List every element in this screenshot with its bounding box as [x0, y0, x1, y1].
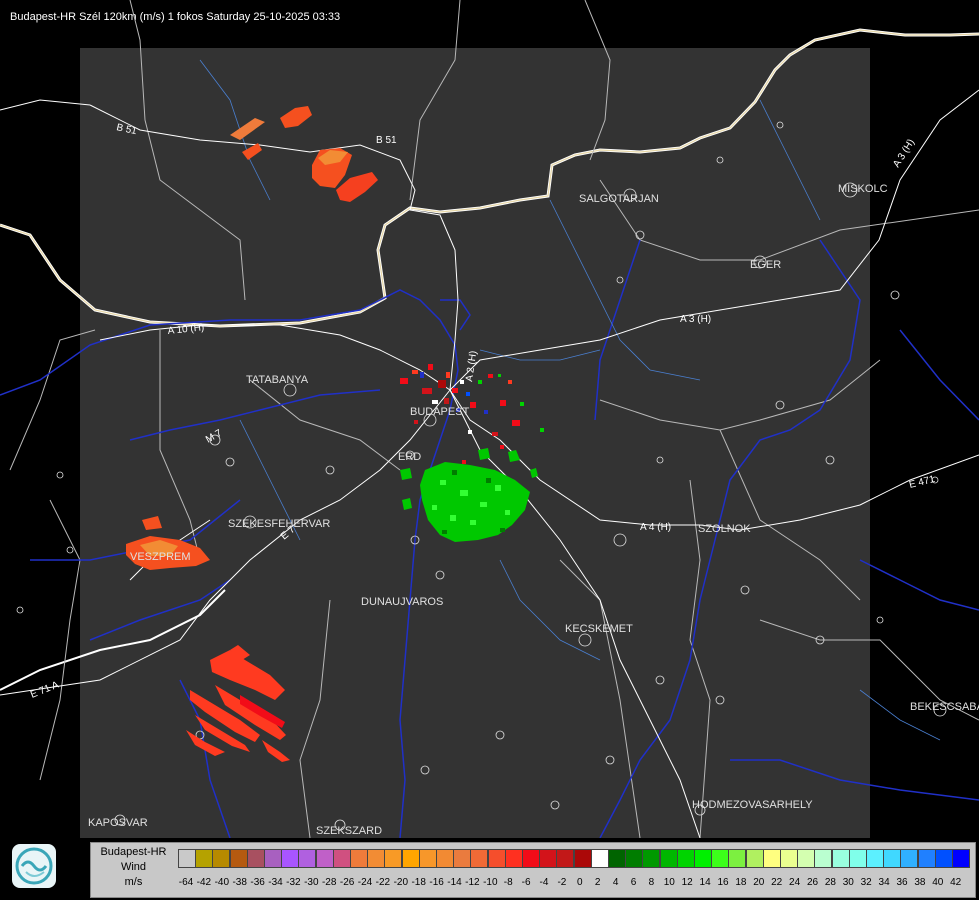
legend-swatch [281, 849, 300, 868]
legend-swatch [762, 849, 781, 868]
legend-swatch [367, 849, 386, 868]
city-label-kecskemet: KECSKEMET [565, 623, 633, 635]
legend-title: Budapest-HR Wind m/s [91, 845, 176, 890]
city-label-szekesfehervar: SZEKESFEHERVAR [228, 518, 330, 530]
city-label-kaposvar: KAPOSVAR [88, 817, 148, 829]
legend-swatch [350, 849, 368, 868]
legend-swatch [298, 849, 317, 868]
legend-swatch [917, 849, 936, 868]
legend-swatch [436, 849, 454, 868]
legend-swatch [229, 849, 248, 868]
legend-swatch [780, 849, 798, 868]
city-label-veszprem: VESZPREM [130, 551, 191, 563]
legend-swatch [573, 849, 592, 868]
legend-unit: m/s [124, 876, 143, 888]
legend-swatch [332, 849, 351, 868]
legend-swatch [831, 849, 850, 868]
city-label-tatabanya: TATABANYA [246, 374, 309, 386]
road-label-a3-north: A 3 (H) [891, 137, 917, 169]
legend-swatch [212, 849, 231, 868]
legend-swatch [728, 849, 747, 868]
legend-swatch [608, 849, 626, 868]
legend-quantity: Wind [120, 861, 147, 873]
city-label-dunaujvaros: DUNAUJVAROS [361, 596, 443, 608]
radar-map[interactable]: SALGOTARJAN MISKOLC EGER TATABANYA BUDAP… [0, 0, 979, 838]
city-label-eger: EGER [750, 259, 781, 271]
legend-swatch [539, 849, 558, 868]
legend-swatch [900, 849, 919, 868]
legend-swatch [659, 849, 678, 868]
legend-radar-name: Budapest-HR [100, 846, 167, 858]
legend-swatch [453, 849, 472, 868]
road-label-e471: E 471 [908, 474, 936, 491]
legend-swatch [487, 849, 506, 868]
legend-swatch [384, 849, 403, 868]
legend-swatch [814, 849, 833, 868]
legend-swatch [556, 849, 575, 868]
legend-swatch [418, 849, 437, 868]
legend-swatch [797, 849, 816, 868]
legend-swatch [745, 849, 764, 868]
legend-swatch [676, 849, 695, 868]
city-label-szekszard: SZEKSZARD [316, 825, 382, 837]
legend-swatch [470, 849, 489, 868]
legend-swatch [642, 849, 661, 868]
legend-swatch [952, 849, 970, 868]
legend-swatch [522, 849, 540, 868]
color-legend: Budapest-HR Wind m/s -64 -42 -40 -38 -36 -34-… [90, 842, 976, 898]
legend-swatch [866, 849, 884, 868]
city-label-szolnok: SZOLNOK [698, 523, 751, 535]
city-label-hodmezovasarhely: HODMEZOVASARHELY [692, 799, 813, 811]
city-label-erd: ERD [398, 451, 421, 463]
legend-swatch [264, 849, 282, 868]
legend-swatch [934, 849, 953, 868]
city-label-salgotarjan: SALGOTARJAN [579, 193, 659, 205]
legend-tick-label: 42 [950, 877, 962, 888]
legend-swatch [246, 849, 265, 868]
city-label-bekescsaba: BEKESCSABA [910, 701, 979, 713]
legend-swatch [504, 849, 523, 868]
legend-swatch [401, 849, 420, 868]
legend-swatch [178, 849, 196, 868]
road-label-a3: A 3 (H) [680, 314, 711, 325]
legend-swatch [590, 849, 609, 868]
met-service-logo [12, 844, 56, 888]
legend-swatch [315, 849, 334, 868]
legend-swatch [848, 849, 867, 868]
legend-swatch [883, 849, 902, 868]
legend-swatch [195, 849, 214, 868]
road-label-b51-east: B 51 [376, 135, 397, 146]
city-label-budapest: BUDAPEST [410, 406, 470, 418]
legend-swatch [625, 849, 644, 868]
road-label-a4: A 4 (H) [640, 522, 671, 533]
city-label-miskolc: MISKOLC [838, 183, 888, 195]
legend-swatch [694, 849, 712, 868]
road-label-e71: E 71 A [29, 679, 61, 700]
legend-swatch [711, 849, 730, 868]
